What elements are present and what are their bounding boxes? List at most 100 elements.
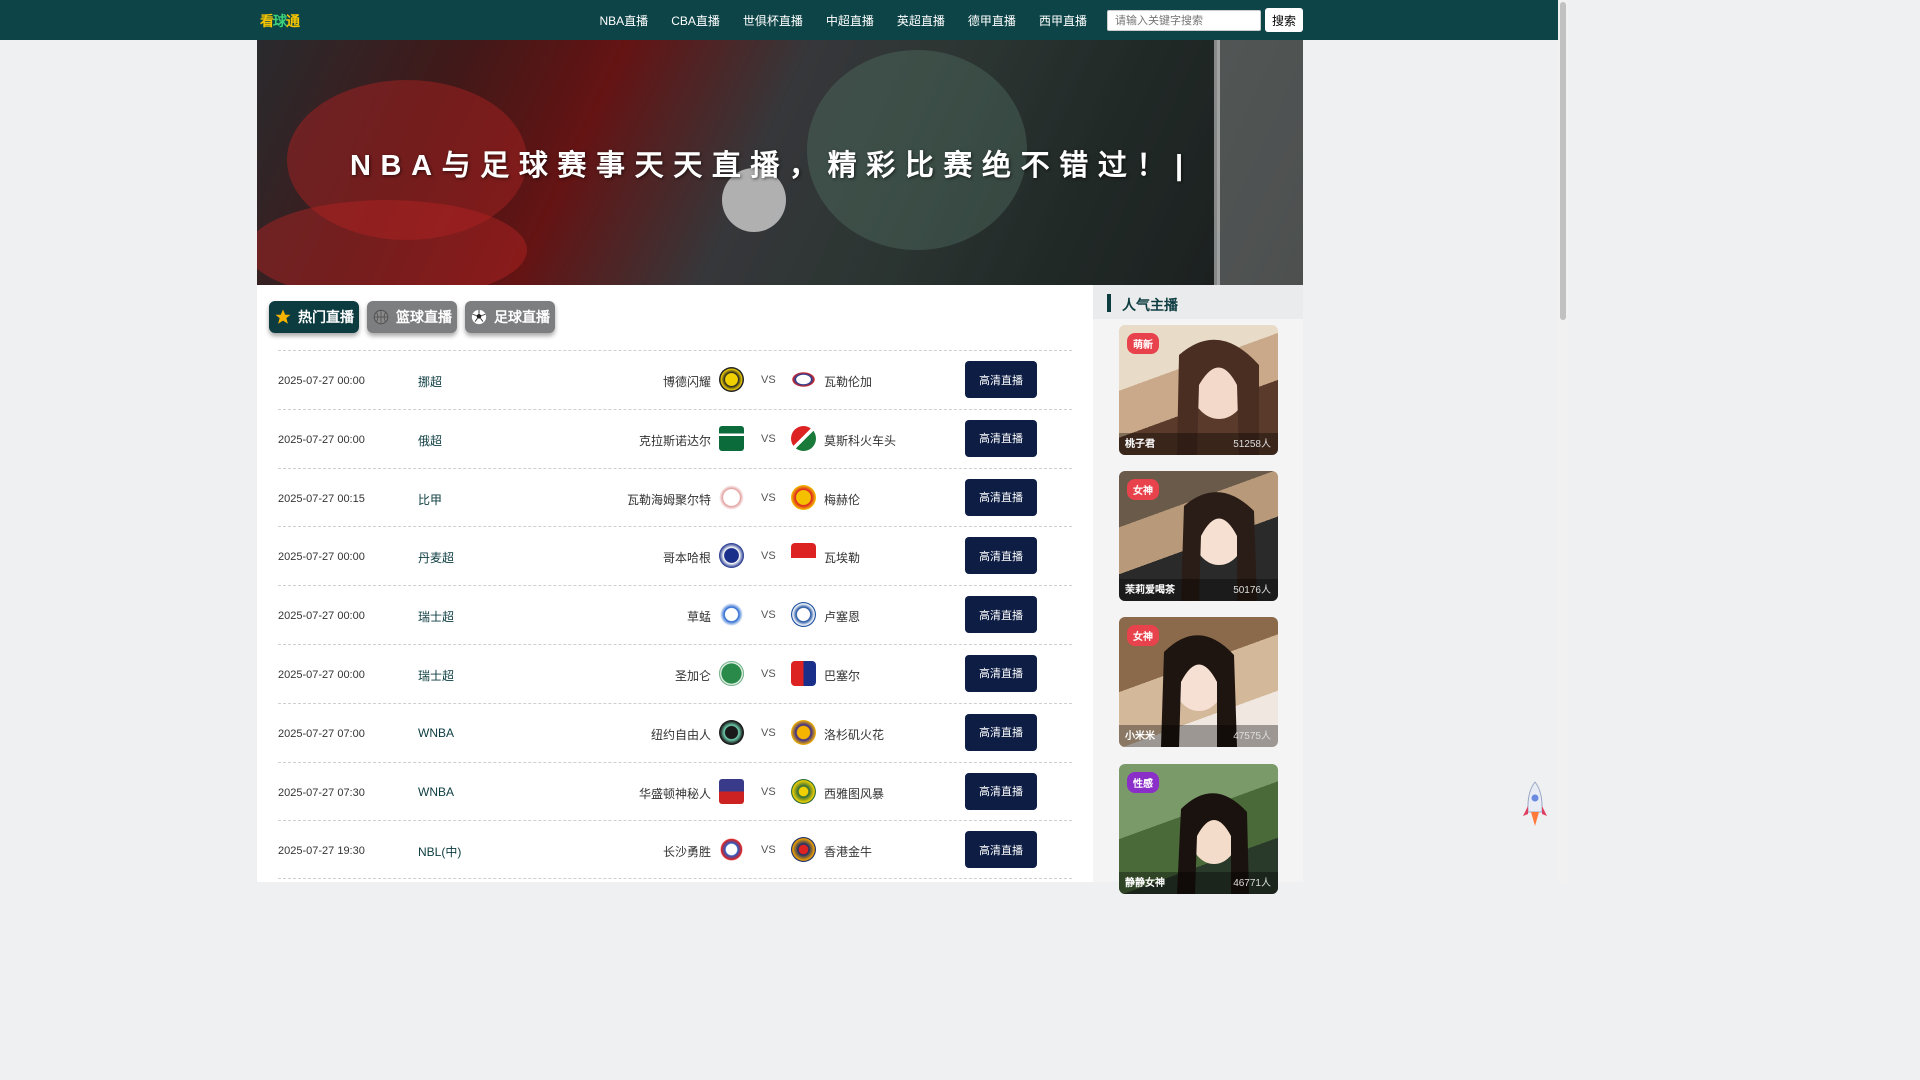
- vs-label: VS: [761, 374, 776, 386]
- streamer-name: 茉莉爱喝茶: [1125, 585, 1175, 596]
- scrollbar-thumb[interactable]: [1560, 2, 1566, 320]
- home-team: 纽约自由人: [650, 727, 711, 742]
- streamer-card[interactable]: 女神 小米米 47575人: [1119, 617, 1278, 747]
- away-team: 洛杉矶火花: [824, 727, 885, 742]
- streamer-name: 桃子君: [1125, 439, 1155, 450]
- match-league[interactable]: 比甲: [418, 491, 442, 508]
- hd-live-button[interactable]: 高清直播: [965, 831, 1037, 869]
- sidebar-title: 人气主播: [1122, 297, 1178, 313]
- home-team-logo-icon: [719, 837, 744, 863]
- streamer-card[interactable]: 性感 静静女神 46771人: [1119, 764, 1278, 894]
- match-row: 2025-07-27 00:00 瑞士超 草蜢 VS 卢塞恩 高清直播: [278, 585, 1072, 644]
- streamer-badge: 女神: [1127, 625, 1159, 646]
- home-team-logo-icon: [719, 660, 744, 686]
- match-league[interactable]: NBL(中): [418, 843, 461, 860]
- viewer-count: 46771人: [1233, 878, 1271, 889]
- match-league[interactable]: 俄超: [418, 432, 442, 449]
- home-team: 博德闪耀: [662, 375, 711, 389]
- hd-live-button[interactable]: 高清直播: [965, 537, 1037, 575]
- away-team-logo-icon: [791, 660, 816, 686]
- sidebar-title-accent: [1107, 294, 1111, 312]
- vs-label: VS: [761, 844, 776, 857]
- match-league[interactable]: 挪超: [418, 373, 442, 390]
- tab-basketball-live[interactable]: 篮球直播: [367, 301, 457, 333]
- match-row: 2025-07-27 00:15 比甲 瓦勒海姆聚尔特 VS 梅赫伦 高清直播: [278, 467, 1072, 527]
- home-team: 华盛顿神秘人: [638, 786, 711, 801]
- search-input[interactable]: [1107, 10, 1261, 31]
- soccer-ball-icon: [470, 308, 488, 326]
- away-team: 梅赫伦: [824, 492, 861, 507]
- tab-label: 篮球直播: [396, 309, 452, 325]
- match-row: 2025-07-27 00:00 瑞士超 圣加仑 VS 巴塞尔 高清直播: [278, 643, 1072, 703]
- nav-premier-league[interactable]: 英超直播: [885, 0, 956, 40]
- match-time: 2025-07-27 00:00: [278, 668, 365, 681]
- away-team-logo-icon: [791, 602, 816, 628]
- match-league[interactable]: WNBA: [418, 785, 454, 799]
- match-time: 2025-07-27 07:00: [278, 727, 365, 740]
- home-team-logo-icon: [719, 543, 744, 569]
- match-row: 2025-07-27 07:30 WNBA 华盛顿神秘人 VS 西雅图风暴 高清…: [278, 761, 1072, 821]
- hd-live-button[interactable]: 高清直播: [965, 596, 1037, 634]
- home-team: 长沙勇胜: [662, 845, 711, 860]
- match-time: 2025-07-27 00:00: [278, 375, 365, 387]
- logo-char-2: 球: [273, 13, 287, 29]
- match-league[interactable]: 瑞士超: [418, 608, 454, 625]
- match-time: 2025-07-27 00:00: [278, 551, 365, 564]
- match-row: 2025-07-27 19:30 NBL(中) 长沙勇胜 VS 香港金牛 高清直…: [278, 820, 1072, 880]
- vs-label: VS: [761, 432, 776, 445]
- site-logo[interactable]: 看球通: [260, 11, 300, 31]
- home-team-logo-icon: [719, 484, 744, 510]
- away-team-logo-icon: [791, 837, 816, 863]
- tab-hot-live[interactable]: 热门直播: [269, 301, 359, 333]
- nav-club-world-cup[interactable]: 世俱杯直播: [731, 0, 814, 40]
- hd-live-button[interactable]: 高清直播: [965, 654, 1037, 692]
- hd-live-button[interactable]: 高清直播: [965, 713, 1037, 751]
- nav-la-liga[interactable]: 西甲直播: [1027, 0, 1098, 40]
- match-league[interactable]: WNBA: [418, 726, 454, 740]
- vs-label: VS: [761, 491, 776, 504]
- match-league[interactable]: 瑞士超: [418, 667, 454, 684]
- hd-live-button[interactable]: 高清直播: [965, 772, 1037, 810]
- home-team-logo-icon: [719, 367, 744, 392]
- main-nav: NBA直播 CBA直播 世俱杯直播 中超直播 英超直播 德甲直播 西甲直播: [588, 0, 1098, 40]
- match-time: 2025-07-27 19:30: [278, 845, 365, 858]
- away-team-logo-icon: [791, 367, 816, 392]
- streamer-name: 小米米: [1125, 731, 1155, 742]
- match-row: 2025-07-27 00:00 丹麦超 哥本哈根 VS 瓦埃勒 高清直播: [278, 526, 1072, 585]
- basketball-icon: [372, 308, 390, 326]
- viewer-count: 47575人: [1233, 731, 1271, 742]
- vs-label: VS: [761, 609, 776, 622]
- page-scrollbar[interactable]: [1558, 0, 1568, 882]
- tab-label: 热门直播: [298, 309, 354, 325]
- home-team-logo-icon: [719, 602, 744, 628]
- logo-char-3: 通: [286, 13, 300, 29]
- search-button[interactable]: 搜索: [1265, 8, 1303, 32]
- streamer-card[interactable]: 萌新 桃子君 51258人: [1119, 325, 1278, 455]
- nav-cba[interactable]: CBA直播: [660, 0, 732, 40]
- viewer-count: 50176人: [1233, 585, 1271, 596]
- away-team: 香港金牛: [824, 845, 873, 860]
- home-team-logo-icon: [719, 719, 744, 745]
- streamer-card[interactable]: 女神 茉莉爱喝茶 50176人: [1119, 471, 1278, 601]
- tab-soccer-live[interactable]: 足球直播: [465, 301, 555, 333]
- streamer-name: 静静女神: [1125, 878, 1165, 889]
- home-team: 哥本哈根: [662, 551, 711, 566]
- home-team-logo-icon: [719, 425, 744, 451]
- away-team-logo-icon: [791, 778, 816, 804]
- viewer-count: 51258人: [1233, 439, 1271, 450]
- hd-live-button[interactable]: 高清直播: [965, 478, 1037, 516]
- hd-live-button[interactable]: 高清直播: [965, 419, 1037, 457]
- away-team-logo-icon: [791, 425, 816, 451]
- away-team-logo-icon: [791, 484, 816, 510]
- away-team: 巴塞尔: [824, 668, 861, 683]
- match-list: 2025-07-27 00:00 挪超 博德闪耀 VS 瓦勒伦加 高清直播 20…: [278, 350, 1072, 880]
- hd-live-button[interactable]: 高清直播: [965, 361, 1037, 398]
- match-row: 2025-07-27 00:00 俄超 克拉斯诺达尔 VS 莫斯科火车头 高清直…: [278, 408, 1072, 468]
- nav-csl[interactable]: 中超直播: [814, 0, 885, 40]
- away-team: 西雅图风暴: [824, 786, 885, 801]
- away-team-logo-icon: [791, 719, 816, 745]
- nav-bundesliga[interactable]: 德甲直播: [956, 0, 1027, 40]
- back-to-top-rocket-icon[interactable]: [1523, 780, 1547, 830]
- nav-nba[interactable]: NBA直播: [588, 0, 660, 40]
- match-league[interactable]: 丹麦超: [418, 549, 454, 566]
